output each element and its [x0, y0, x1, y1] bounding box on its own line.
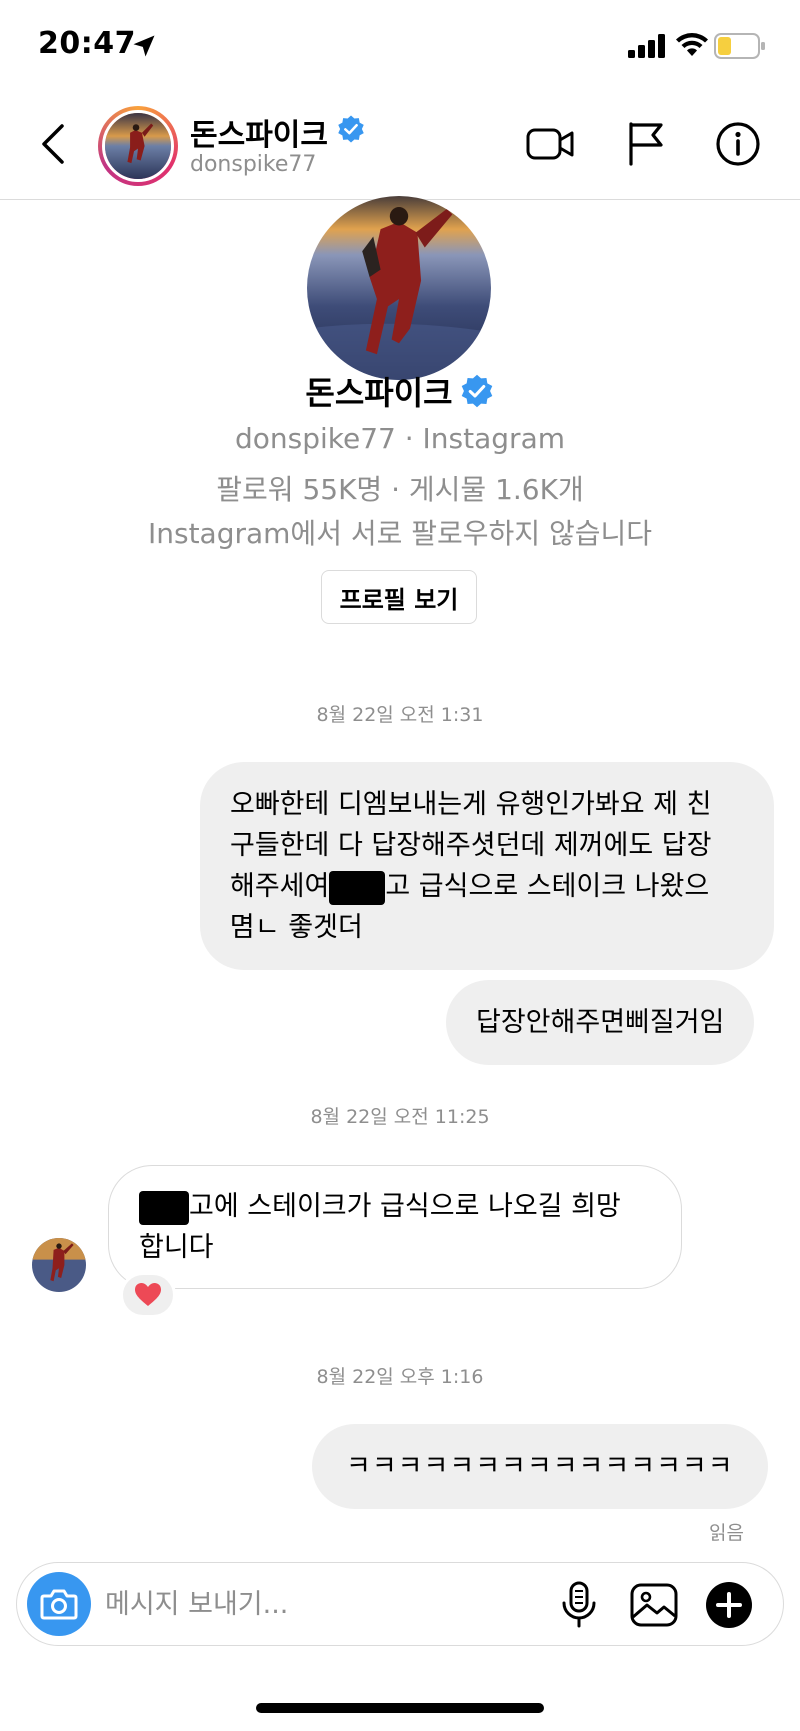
- camera-icon: [40, 1589, 78, 1620]
- message-line: 구들한데 다 답장해주셧던데 제꺼에도 답장: [230, 830, 712, 861]
- status-time: 20:47: [38, 26, 136, 61]
- home-indicator[interactable]: [256, 1703, 544, 1713]
- sender-avatar[interactable]: [32, 1238, 86, 1292]
- message-timestamp: 8월 22일 오전 11:25: [310, 1106, 490, 1128]
- message-timestamp: 8월 22일 오전 1:31: [316, 704, 484, 726]
- profile-display-name: 돈스파이크: [305, 374, 453, 412]
- follow-status: Instagram에서 서로 팔로우하지 않습니다: [147, 517, 653, 550]
- message-line: 몀ㄴ 좋겟더: [230, 912, 363, 943]
- avatar-photo: [105, 113, 171, 179]
- verified-badge-icon: [338, 115, 364, 143]
- sent-message-bubble[interactable]: ㅋㅋㅋㅋㅋㅋㅋㅋㅋㅋㅋㅋㅋㅋㅋ: [312, 1424, 768, 1509]
- verified-badge-icon: [461, 374, 492, 408]
- message-timestamp: 8월 22일 오후 1:16: [316, 1366, 484, 1388]
- message-line: 합니다: [139, 1232, 214, 1263]
- message-line: 오빠한테 디엠보내는게 유행인가봐요 제 친: [230, 789, 712, 820]
- wifi-icon: [676, 33, 708, 56]
- info-icon[interactable]: [714, 120, 762, 168]
- sent-message-bubble[interactable]: 오빠한테 디엠보내는게 유행인가봐요 제 친 구들한데 다 답장해주셧던데 제꺼…: [200, 762, 774, 970]
- header-display-name: 돈스파이크: [190, 118, 328, 153]
- status-bar: 20:47: [0, 0, 800, 90]
- microphone-icon[interactable]: [557, 1581, 601, 1629]
- header-avatar[interactable]: [98, 106, 178, 186]
- message-input[interactable]: [105, 1579, 485, 1629]
- message-line: 고에 스테이크가 급식으로 나오길 희망: [139, 1186, 651, 1227]
- camera-button[interactable]: [27, 1572, 91, 1636]
- profile-stats: 팔로워 55K명 · 게시물 1.6K개: [216, 473, 584, 506]
- message-line: 해주세여 고 급식으로 스테이크 나왔으: [230, 866, 744, 907]
- avatar-photo: [32, 1238, 86, 1292]
- flag-icon[interactable]: [625, 120, 667, 166]
- sent-message-bubble[interactable]: 답장안해주면삐질거임: [446, 980, 755, 1065]
- read-receipt: 읽음: [709, 1522, 744, 1544]
- message-text: 고 급식으로 스테이크 나왔으: [385, 871, 710, 902]
- redaction-mark: [139, 1190, 189, 1225]
- chevron-left-icon[interactable]: [36, 122, 72, 166]
- gallery-icon[interactable]: [629, 1581, 679, 1629]
- chat-header: 돈스파이크 donspike77: [0, 90, 800, 200]
- plus-icon[interactable]: [705, 1581, 753, 1629]
- profile-name-row: 돈스파이크: [0, 368, 800, 414]
- cellular-signal-icon: [628, 34, 665, 58]
- heart-icon: [135, 1283, 161, 1306]
- battery-icon: [714, 33, 765, 59]
- redaction-mark: [329, 870, 386, 905]
- message-text: 해주세여: [230, 871, 330, 902]
- profile-avatar[interactable]: [307, 196, 491, 380]
- avatar-photo: [307, 196, 491, 380]
- video-call-icon[interactable]: [526, 124, 576, 164]
- received-message-bubble[interactable]: 고에 스테이크가 급식으로 나오길 희망 합니다: [108, 1165, 682, 1289]
- location-arrow-icon: [133, 35, 155, 57]
- profile-subtitle: donspike77 · Instagram: [234, 422, 565, 455]
- view-profile-button[interactable]: 프로필 보기: [321, 570, 477, 624]
- message-text: 고에 스테이크가 급식으로 나오길 희망: [189, 1191, 621, 1222]
- header-username: donspike77: [190, 152, 317, 177]
- message-composer: [16, 1562, 784, 1646]
- message-reaction[interactable]: [120, 1272, 176, 1318]
